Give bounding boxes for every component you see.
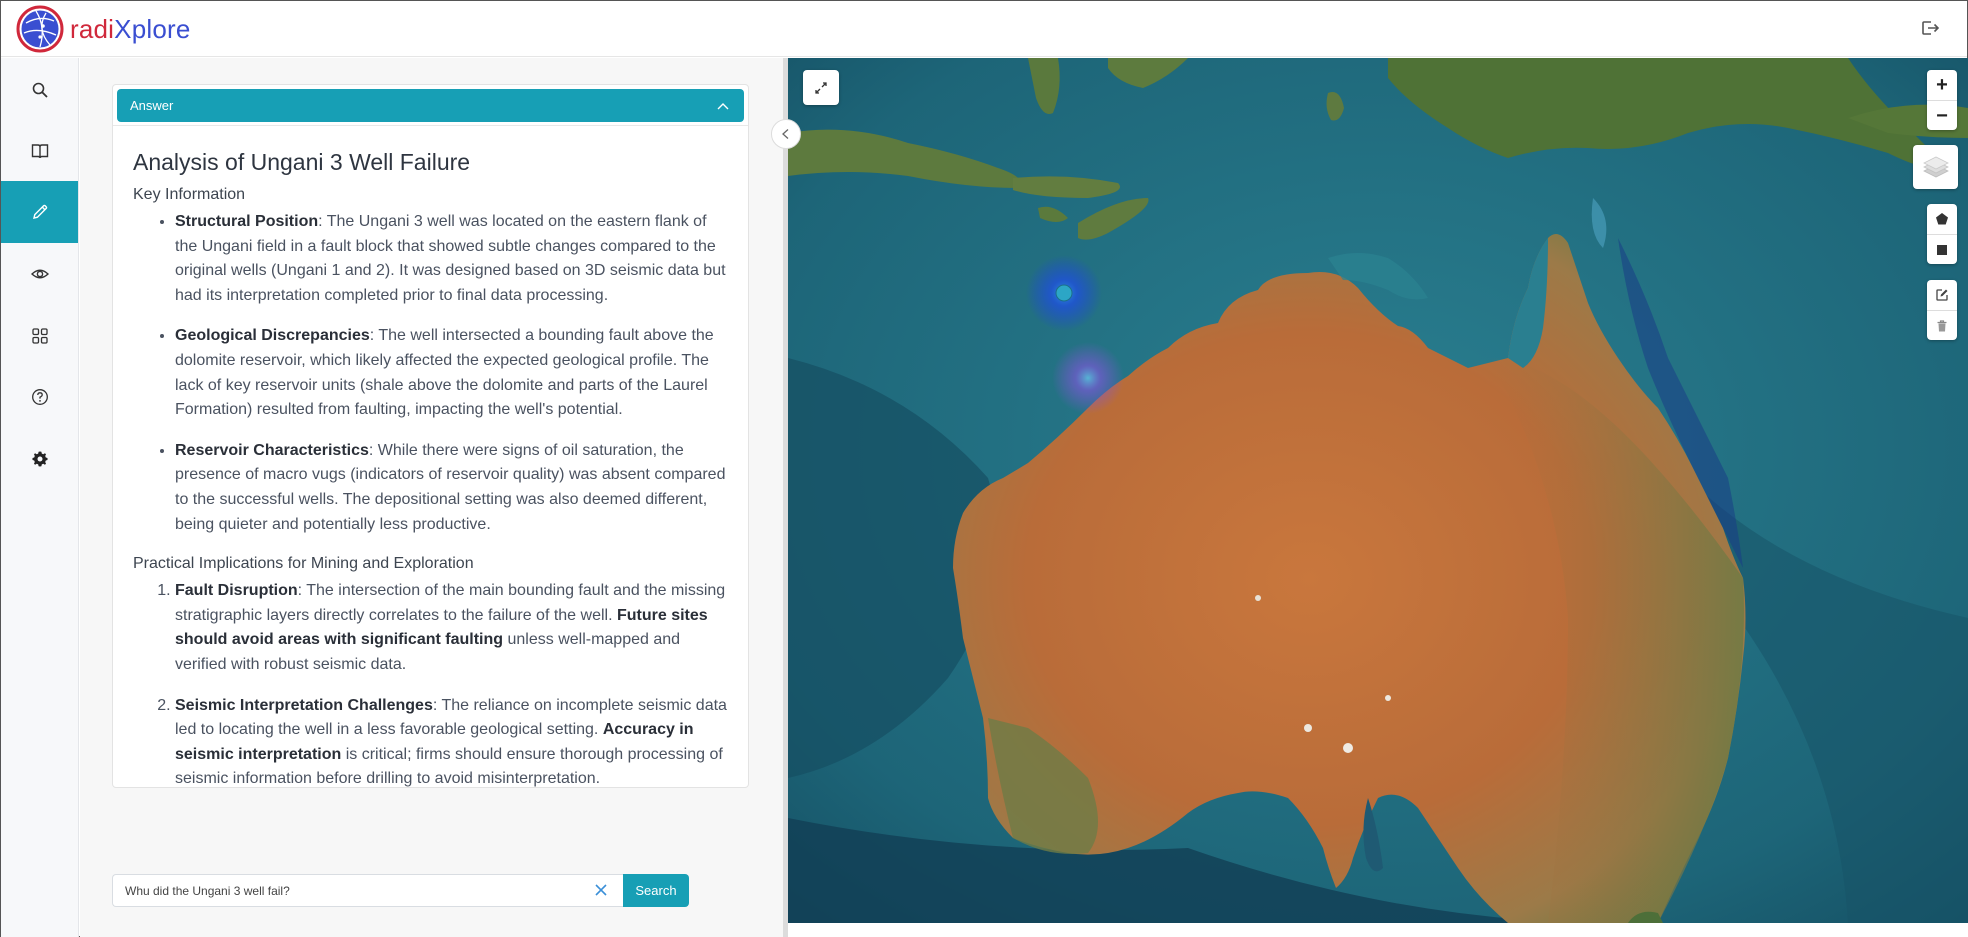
search-button[interactable]: Search xyxy=(623,874,689,907)
chevron-left-icon xyxy=(782,129,789,139)
sidebar-item-search[interactable] xyxy=(1,59,78,121)
zoom-control: + − xyxy=(1927,70,1957,130)
zoom-out-button[interactable]: − xyxy=(1927,100,1957,130)
key-points-list: Structural Position: The Ungani 3 well w… xyxy=(133,210,728,537)
rectangle-icon xyxy=(1937,244,1947,255)
layers-button[interactable] xyxy=(1913,145,1958,189)
globe-logo-icon xyxy=(16,5,64,53)
delete-layers-button[interactable] xyxy=(1927,310,1957,340)
question-search-bar: Search xyxy=(112,874,689,907)
chevron-up-icon[interactable] xyxy=(716,99,730,113)
edit-toolbar xyxy=(1927,280,1957,340)
ungani-well-heat[interactable] xyxy=(1052,342,1124,414)
implications-list: Fault Disruption: The intersection of th… xyxy=(133,579,728,787)
top-bar: radiXplore xyxy=(1,1,1967,57)
edit-layers-button[interactable] xyxy=(1927,280,1957,310)
help-circle-icon xyxy=(31,389,48,405)
sidebar-item-apps[interactable] xyxy=(1,305,78,367)
brand-name: radiXplore xyxy=(70,13,191,44)
draw-polygon-button[interactable] xyxy=(1927,204,1957,234)
offshore-well-dot[interactable] xyxy=(1055,284,1073,302)
close-icon[interactable] xyxy=(593,882,609,898)
sidebar-item-library[interactable] xyxy=(1,120,78,182)
answer-card: Answer Analysis of Ungani 3 Well Failure… xyxy=(112,84,749,788)
section-heading-implications: Practical Implications for Mining and Ex… xyxy=(133,555,474,573)
sidebar-item-help[interactable] xyxy=(1,366,78,428)
trash-icon xyxy=(1937,319,1947,331)
sidebar-item-view[interactable] xyxy=(1,243,78,305)
polygon-icon xyxy=(1936,213,1948,225)
search-icon xyxy=(32,82,48,98)
app-window: radiXplore Answer Analysis of Ungani 3 W… xyxy=(0,0,1968,937)
question-input[interactable] xyxy=(112,874,623,907)
sidebar xyxy=(1,58,79,937)
map-tiles xyxy=(788,58,1968,923)
pencil-icon xyxy=(32,204,47,219)
list-item: Seismic Interpretation Challenges: The r… xyxy=(175,694,728,788)
fullscreen-button[interactable] xyxy=(803,70,839,105)
draw-rectangle-button[interactable] xyxy=(1927,234,1957,264)
grid-icon xyxy=(31,328,48,344)
sidebar-item-settings[interactable] xyxy=(1,428,78,490)
sidebar-item-ask[interactable] xyxy=(1,181,78,243)
zoom-in-button[interactable]: + xyxy=(1927,70,1957,100)
gear-icon xyxy=(32,451,47,467)
list-item: Structural Position: The Ungani 3 well w… xyxy=(175,210,728,308)
draw-toolbar xyxy=(1927,204,1957,264)
list-item: Reservoir Characteristics: While there w… xyxy=(175,439,728,537)
book-icon xyxy=(31,144,48,159)
collapse-panel-button[interactable] xyxy=(771,119,801,149)
brand-logo[interactable]: radiXplore xyxy=(16,5,191,53)
layers-icon xyxy=(1922,156,1949,178)
eye-icon xyxy=(30,269,49,279)
logout-icon[interactable] xyxy=(1919,17,1941,39)
section-heading-key-info: Key Information xyxy=(133,186,246,203)
list-item: Fault Disruption: The intersection of th… xyxy=(175,579,728,677)
expand-icon xyxy=(815,81,827,94)
answer-content: Analysis of Ungani 3 Well Failure Key In… xyxy=(113,125,748,787)
answer-title: Analysis of Ungani 3 Well Failure xyxy=(133,149,471,175)
list-item: Geological Discrepancies: The well inter… xyxy=(175,324,728,422)
answer-accordion-header[interactable]: Answer xyxy=(117,89,744,122)
map-footer-strip xyxy=(788,923,1968,937)
answer-header-label: Answer xyxy=(130,98,174,113)
answer-panel: Answer Analysis of Ungani 3 Well Failure… xyxy=(80,58,783,937)
satellite-map[interactable]: + − xyxy=(788,58,1968,923)
edit-icon xyxy=(1936,289,1948,301)
